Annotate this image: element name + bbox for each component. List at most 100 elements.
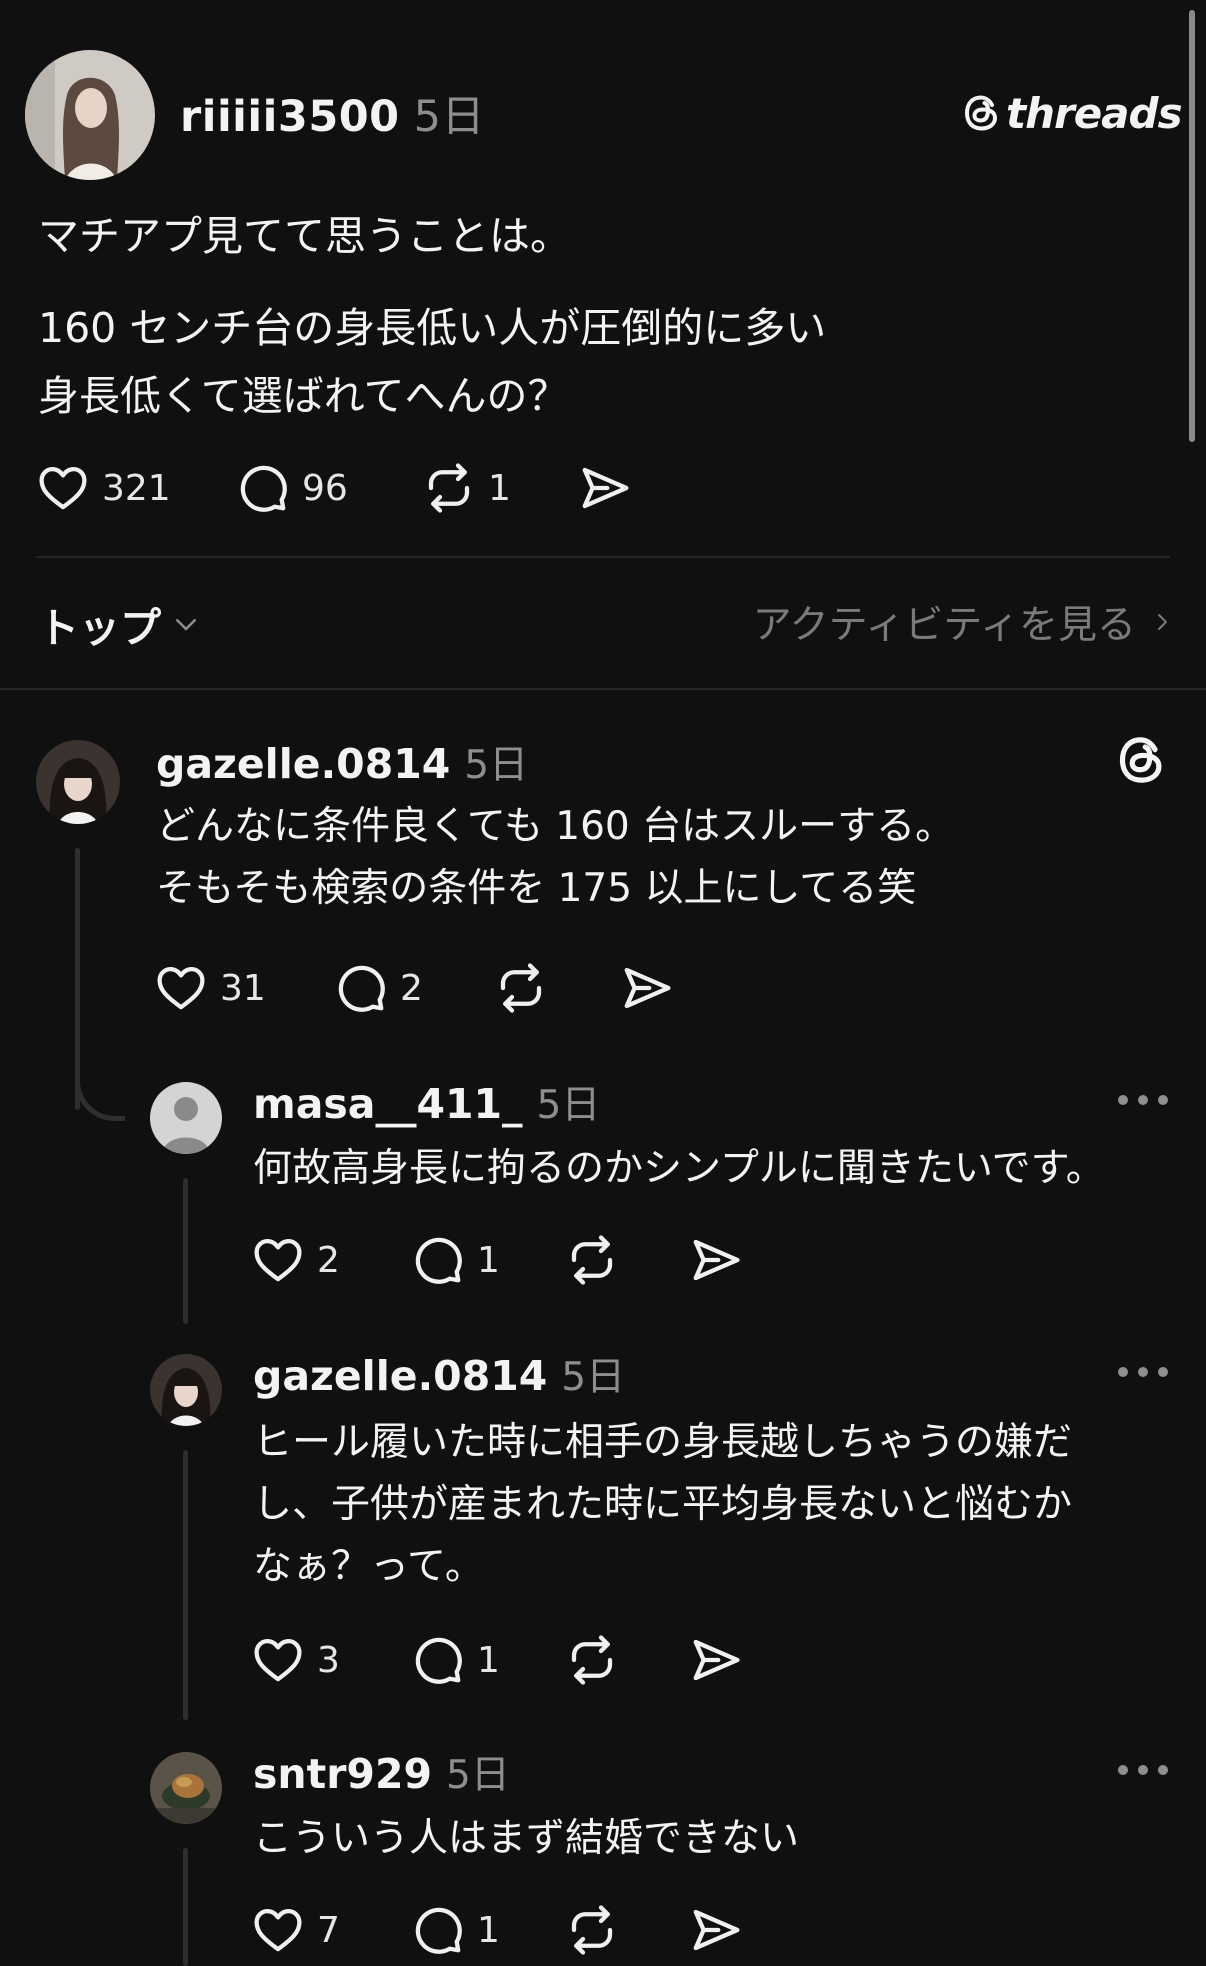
repost-button[interactable] bbox=[565, 1903, 689, 1957]
more-icon[interactable] bbox=[1118, 1090, 1168, 1110]
like-button[interactable]: 321 bbox=[36, 461, 236, 515]
heart-icon bbox=[251, 1633, 305, 1687]
scrollbar[interactable] bbox=[1189, 10, 1195, 442]
reply-author[interactable]: masa__411_ 5日 bbox=[253, 1074, 600, 1130]
share-button[interactable] bbox=[689, 1633, 743, 1687]
reply-text-line: 何故高身長に拘るのかシンプルに聞きたいです。 bbox=[253, 1146, 1105, 1191]
thread-line bbox=[183, 1848, 188, 1966]
reply-text: ヒール履いた時に相手の身長越しちゃうの嫌だ し、子供が産まれた時に平均身長ないと… bbox=[253, 1412, 1072, 1598]
share-button[interactable] bbox=[689, 1903, 743, 1957]
like-button[interactable]: 3 bbox=[251, 1633, 411, 1687]
threads-logo-icon bbox=[962, 93, 1002, 133]
like-button[interactable]: 7 bbox=[251, 1903, 411, 1957]
reply-time: 5日 bbox=[446, 1753, 510, 1798]
reply-text-line: なぁ？って。 bbox=[253, 1544, 484, 1589]
reply-actions: 3 1 bbox=[251, 1630, 743, 1690]
comment-button[interactable]: 1 bbox=[411, 1903, 565, 1957]
comment-count: 2 bbox=[400, 967, 423, 1009]
share-icon bbox=[689, 1233, 743, 1287]
username[interactable]: riiiii3500 bbox=[180, 92, 400, 142]
heart-icon bbox=[251, 1233, 305, 1287]
activity-link[interactable]: アクティビティを見る bbox=[753, 594, 1174, 650]
comment-button[interactable]: 1 bbox=[411, 1633, 565, 1687]
reply-text: 何故高身長に拘るのかシンプルに聞きたいです。 bbox=[253, 1138, 1105, 1200]
brand-word: threads bbox=[1006, 88, 1183, 138]
reply-author[interactable]: gazelle.0814 5日 bbox=[253, 1346, 625, 1402]
share-icon bbox=[620, 961, 674, 1015]
username[interactable]: gazelle.0814 bbox=[156, 740, 450, 788]
avatar[interactable] bbox=[150, 1752, 222, 1824]
share-button[interactable] bbox=[689, 1233, 743, 1287]
thread-line bbox=[183, 1450, 188, 1720]
share-button[interactable] bbox=[578, 461, 632, 515]
more-icon[interactable] bbox=[1118, 1362, 1168, 1382]
post-text-line: 160 センチ台の身長低い人が圧倒的に多い bbox=[38, 304, 827, 352]
reply-time: 5日 bbox=[561, 1355, 626, 1400]
thread-line bbox=[183, 1178, 188, 1324]
like-count: 2 bbox=[317, 1239, 340, 1281]
username[interactable]: sntr929 bbox=[253, 1750, 432, 1798]
avatar[interactable] bbox=[25, 50, 155, 180]
comment-icon bbox=[411, 1633, 465, 1687]
username[interactable]: masa__411_ bbox=[253, 1080, 523, 1128]
repost-icon bbox=[422, 461, 476, 515]
repost-button[interactable] bbox=[565, 1633, 689, 1687]
post-text: マチアプ見てて思うことは。 bbox=[38, 212, 571, 260]
heart-icon bbox=[36, 461, 90, 515]
repost-icon bbox=[565, 1903, 619, 1957]
like-count: 321 bbox=[102, 467, 171, 509]
reply-text-line: どんなに条件良くても 160 台はスルーする。 bbox=[156, 804, 955, 849]
username[interactable]: gazelle.0814 bbox=[253, 1352, 547, 1400]
divider bbox=[0, 688, 1206, 690]
comment-button[interactable]: 96 bbox=[236, 461, 422, 515]
comment-button[interactable]: 2 bbox=[334, 961, 494, 1015]
avatar[interactable] bbox=[150, 1082, 222, 1154]
reply-author[interactable]: sntr929 5日 bbox=[253, 1744, 510, 1800]
share-icon bbox=[578, 461, 632, 515]
post-text: 160 センチ台の身長低い人が圧倒的に多い 身長低くて選ばれてへんの？ bbox=[38, 294, 826, 430]
post-actions: 321 96 1 bbox=[36, 458, 632, 518]
sort-label: トップ bbox=[38, 604, 161, 652]
reply-author[interactable]: gazelle.0814 5日 bbox=[156, 734, 528, 790]
like-button[interactable]: 2 bbox=[251, 1233, 411, 1287]
share-icon bbox=[689, 1633, 743, 1687]
more-icon[interactable] bbox=[1118, 1760, 1168, 1780]
reply-text-line: し、子供が産まれた時に平均身長ないと悩むか bbox=[253, 1482, 1073, 1527]
comment-button[interactable]: 1 bbox=[411, 1233, 565, 1287]
repost-icon bbox=[565, 1233, 619, 1287]
comment-icon bbox=[236, 461, 290, 515]
share-button[interactable] bbox=[620, 961, 674, 1015]
post-time: 5日 bbox=[413, 92, 485, 142]
avatar[interactable] bbox=[150, 1354, 222, 1426]
chevron-down-icon bbox=[176, 619, 196, 631]
threads-logo-icon bbox=[1116, 734, 1168, 790]
reply-text-line: こういう人はまず結婚できない bbox=[253, 1816, 800, 1861]
reply-time: 5日 bbox=[464, 743, 529, 788]
comment-icon bbox=[411, 1233, 465, 1287]
post-text-line: 身長低くて選ばれてへんの？ bbox=[38, 372, 569, 420]
reply-time: 5日 bbox=[536, 1083, 601, 1128]
like-count: 31 bbox=[220, 967, 266, 1009]
heart-icon bbox=[154, 961, 208, 1015]
repost-icon bbox=[565, 1633, 619, 1687]
like-count: 3 bbox=[317, 1639, 340, 1681]
post-author[interactable]: riiiii3500 5日 bbox=[180, 82, 485, 144]
comment-count: 1 bbox=[477, 1909, 500, 1951]
repost-icon bbox=[494, 961, 548, 1015]
share-icon bbox=[689, 1903, 743, 1957]
reply-text: こういう人はまず結婚できない bbox=[253, 1808, 799, 1870]
comment-count: 96 bbox=[302, 467, 348, 509]
comment-count: 1 bbox=[477, 1639, 500, 1681]
reply-actions: 2 1 bbox=[251, 1230, 743, 1290]
sort-dropdown[interactable]: トップ bbox=[38, 594, 201, 654]
reply-actions: 31 2 bbox=[154, 958, 674, 1018]
like-button[interactable]: 31 bbox=[154, 961, 334, 1015]
repost-button[interactable] bbox=[494, 961, 620, 1015]
divider bbox=[36, 556, 1170, 558]
reply-actions: 7 1 bbox=[251, 1900, 743, 1960]
repost-button[interactable] bbox=[565, 1233, 689, 1287]
comment-icon bbox=[411, 1903, 465, 1957]
comment-icon bbox=[334, 961, 388, 1015]
repost-button[interactable]: 1 bbox=[422, 461, 578, 515]
avatar[interactable] bbox=[36, 740, 120, 824]
